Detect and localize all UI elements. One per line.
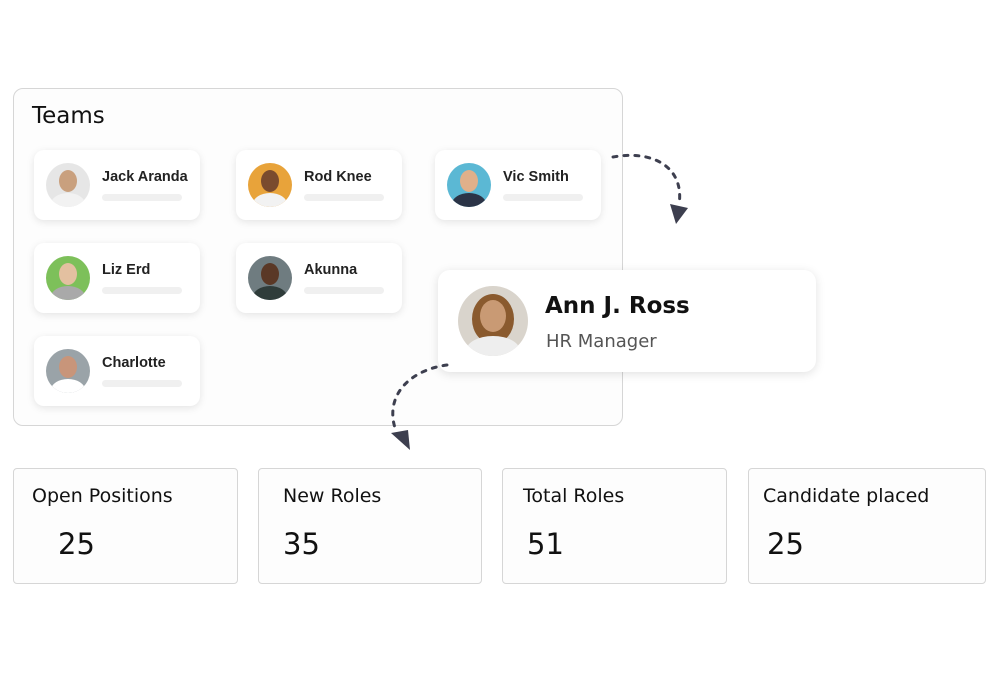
stat-value: 35: [283, 527, 320, 561]
dotted-arrow-path: [611, 153, 682, 207]
arrowhead-icon: [391, 430, 410, 450]
stat-value: 25: [58, 527, 95, 561]
dotted-arrow-path: [391, 363, 449, 430]
stat-open-positions: Open Positions 25: [13, 468, 238, 584]
connector-arrows: [391, 153, 688, 450]
stat-candidate-placed: Candidate placed 25: [748, 468, 986, 584]
stat-value: 25: [767, 527, 804, 561]
stat-label: Candidate placed: [763, 485, 930, 507]
stat-total-roles: Total Roles 51: [502, 468, 727, 584]
arrowhead-icon: [670, 204, 688, 224]
stat-label: Total Roles: [523, 485, 625, 507]
stat-value: 51: [527, 527, 564, 561]
stat-label: Open Positions: [32, 485, 173, 507]
stat-new-roles: New Roles 35: [258, 468, 482, 584]
stat-label: New Roles: [283, 485, 382, 507]
